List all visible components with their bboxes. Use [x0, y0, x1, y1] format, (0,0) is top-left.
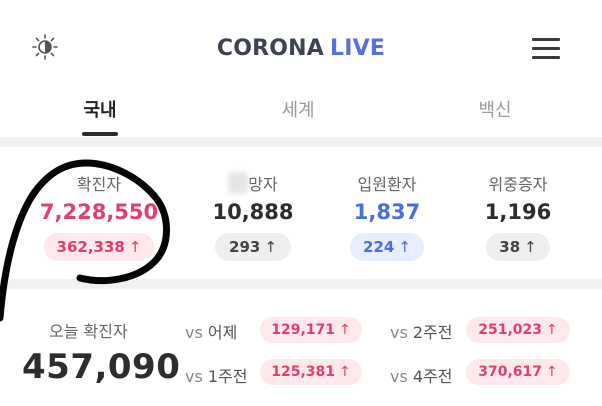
section-divider: [0, 137, 602, 147]
stat-label: 망자: [183, 171, 323, 195]
app-header: CORONA LIVE: [0, 0, 602, 88]
stat-change-badge: 293 ↑: [215, 233, 291, 261]
stat-value: 1,196: [484, 200, 552, 224]
stat-change-value: 293: [229, 238, 261, 256]
blurred-text: [228, 172, 249, 194]
up-arrow-icon: ↑: [524, 238, 537, 256]
compare-label-1week: vs 1주전: [185, 367, 248, 386]
up-arrow-icon: ↑: [128, 238, 142, 256]
stat-value: 1,837: [353, 200, 421, 224]
logo-word-live: LIVE: [330, 36, 386, 61]
stat-change-badge: 224 ↑: [350, 233, 424, 261]
stats-panel: 확진자 7,228,550 362,338 ↑ 망자 10,888 293 ↑ 입원…: [0, 147, 602, 279]
stat-label: 확진자: [76, 175, 122, 194]
up-arrow-icon: ↑: [339, 322, 351, 338]
compare-label-4weeks: vs 4주전: [390, 367, 453, 386]
active-tab-indicator: [82, 132, 118, 136]
stat-label: 위중증자: [488, 175, 548, 194]
stat-value: 10,888: [212, 200, 294, 224]
today-panel: 오늘 확진자 457,090 vs 어제 129,171 ↑ vs 2주전 251…: [0, 289, 602, 406]
compare-label-yesterday: vs 어제: [185, 323, 238, 342]
stat-label: 입원환자: [357, 175, 417, 194]
stat-value: 7,228,550: [39, 200, 159, 224]
up-arrow-icon: ↑: [398, 238, 411, 256]
compare-badge-2weeks: 251,023 ↑: [466, 317, 570, 343]
stat-change-value: 362,338: [56, 238, 125, 256]
compare-badge-yesterday: 129,171 ↑: [260, 317, 362, 343]
stat-change-value: 224: [363, 238, 395, 256]
compare-badge-4weeks: 370,617 ↑: [466, 359, 570, 385]
tab-world[interactable]: 세계: [258, 96, 338, 122]
section-divider: [0, 279, 602, 289]
app-root: CORONA LIVE 국내 세계 백신 확진자 7,228,550 362,33…: [0, 0, 602, 406]
stat-change-badge: 38 ↑: [486, 233, 550, 261]
up-arrow-icon: ↑: [339, 364, 351, 380]
hamburger-menu-icon[interactable]: [532, 36, 562, 60]
compare-label-2weeks: vs 2주전: [390, 323, 453, 342]
stat-change-badge: 362,338 ↑: [44, 233, 154, 261]
app-logo[interactable]: CORONA LIVE: [0, 36, 602, 61]
tab-vaccine[interactable]: 백신: [455, 96, 535, 122]
tab-domestic[interactable]: 국내: [60, 96, 140, 122]
compare-badge-1week: 125,381 ↑: [260, 359, 362, 385]
region-tabs: 국내 세계 백신: [0, 88, 602, 138]
today-label: 오늘 확진자: [49, 322, 128, 341]
today-value: 457,090: [22, 347, 181, 387]
up-arrow-icon: ↑: [546, 364, 558, 380]
stat-change-value: 38: [499, 238, 521, 256]
logo-word-corona: CORONA: [216, 36, 325, 61]
up-arrow-icon: ↑: [546, 322, 558, 338]
up-arrow-icon: ↑: [264, 238, 277, 256]
